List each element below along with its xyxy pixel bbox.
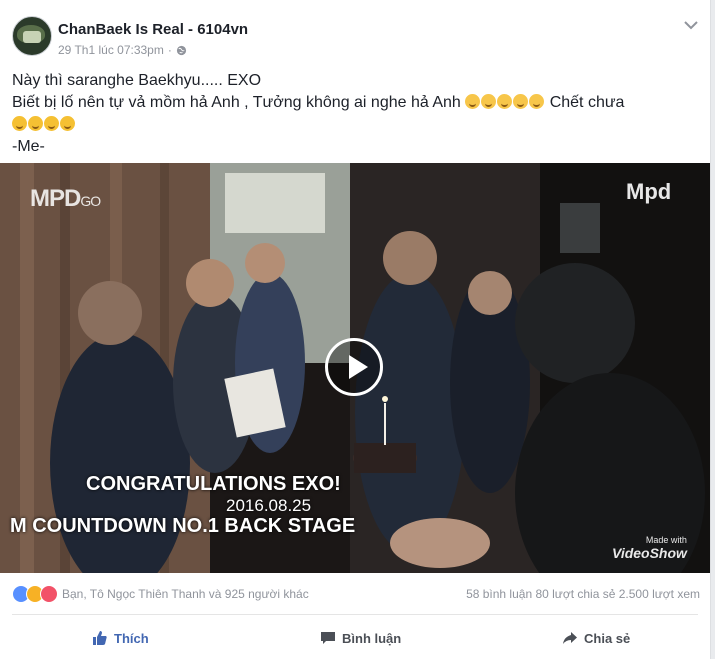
video-player[interactable]: MPDGO Mpd CONGRATULATIONS EXO! 2016.08.2… xyxy=(0,163,710,573)
logo-text: MPD xyxy=(30,185,81,212)
action-bar: Thích Bình luận Chia sẻ xyxy=(0,620,710,656)
video-caption: CONGRATULATIONS EXO! xyxy=(86,473,341,495)
share-button[interactable]: Chia sẻ xyxy=(562,630,630,646)
unamused-emoji-icon xyxy=(513,94,529,109)
unamused-emoji-icon xyxy=(529,94,545,109)
post-card: ChanBaek Is Real - 6104vn 29 Th1 lúc 07:… xyxy=(0,0,711,659)
watermark-line: Made with xyxy=(645,535,687,545)
unamused-emoji-icon xyxy=(497,94,513,109)
post-text-line xyxy=(12,114,692,136)
chevron-down-icon[interactable] xyxy=(682,18,700,32)
post-text-span: Biết bị lố nên tự vả mồm hả Anh , Tưởng … xyxy=(12,94,461,111)
post-text-line: Này thì saranghe Baekhyu..... EXO xyxy=(12,72,262,89)
comment-button[interactable]: Bình luận xyxy=(320,630,401,646)
unamused-emoji-icon xyxy=(465,94,481,109)
mpd-logo-left: MPDGO xyxy=(30,185,101,213)
logo-text-small: GO xyxy=(80,193,101,209)
post-text-line: -Me- xyxy=(12,138,45,155)
comment-icon xyxy=(321,632,335,644)
video-caption: M COUNTDOWN NO.1 BACK STAGE xyxy=(10,515,356,537)
play-icon xyxy=(349,355,368,379)
play-button[interactable] xyxy=(325,338,383,396)
like-button[interactable]: Thích xyxy=(92,630,149,646)
post-text-span: Chết chưa xyxy=(549,94,625,111)
videoshow-watermark: Made with VideoShow xyxy=(612,535,687,561)
unamused-emoji-icon xyxy=(481,94,497,109)
tears-of-joy-emoji-icon xyxy=(28,116,43,131)
love-reaction-icon xyxy=(40,585,58,603)
like-label: Thích xyxy=(114,630,149,646)
reaction-icons[interactable] xyxy=(12,585,58,603)
thumbs-up-icon xyxy=(93,631,107,645)
globe-icon xyxy=(176,45,186,55)
post-text-line: Biết bị lố nên tự vả mồm hả Anh , Tưởng … xyxy=(12,92,692,114)
page-avatar[interactable] xyxy=(12,16,52,56)
comment-label: Bình luận xyxy=(342,630,402,646)
tears-of-joy-emoji-icon xyxy=(12,116,27,131)
divider xyxy=(12,614,698,615)
video-caption-date: 2016.08.25 xyxy=(226,496,312,515)
share-label: Chia sẻ xyxy=(584,630,631,646)
engagement-counts[interactable]: 58 bình luận 80 lượt chia sẻ 2.500 lượt … xyxy=(466,587,700,601)
post-stats: Bạn, Tô Ngọc Thiên Thanh và 925 người kh… xyxy=(12,585,702,605)
tears-of-joy-emoji-icon xyxy=(60,116,75,131)
post-meta: 29 Th1 lúc 07:33pm · xyxy=(58,43,187,57)
page-name-link[interactable]: ChanBaek Is Real - 6104vn xyxy=(58,21,248,38)
unamused-emoji-group xyxy=(465,94,549,111)
post-header: ChanBaek Is Real - 6104vn 29 Th1 lúc 07:… xyxy=(12,16,702,60)
post-timestamp[interactable]: 29 Th1 lúc 07:33pm xyxy=(58,43,164,57)
post-message: Này thì saranghe Baekhyu..... EXO Biết b… xyxy=(12,70,692,158)
tears-of-joy-emoji-icon xyxy=(44,116,59,131)
watermark-line: VideoShow xyxy=(612,545,687,561)
meta-separator: · xyxy=(167,43,172,57)
mpd-logo-right: Mpd xyxy=(626,179,672,204)
reaction-names-link[interactable]: Bạn, Tô Ngọc Thiên Thanh và 925 người kh… xyxy=(62,587,309,601)
share-arrow-icon xyxy=(563,632,577,644)
